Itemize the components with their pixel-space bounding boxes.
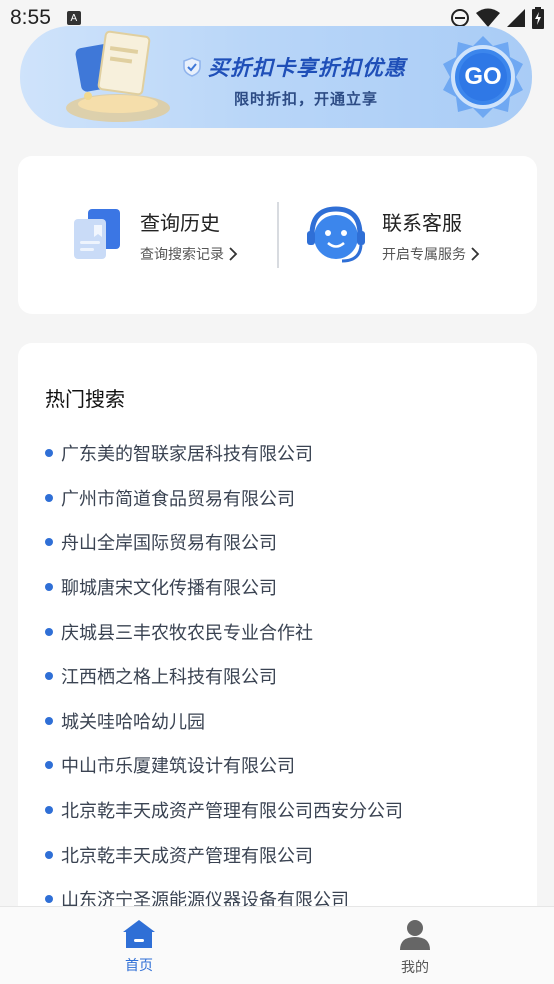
history-subtitle-text: 查询搜索记录	[140, 246, 224, 263]
user-icon	[400, 920, 430, 950]
document-icon	[74, 209, 120, 259]
history-title: 查询历史	[140, 210, 220, 235]
list-item[interactable]: 北京乾丰天成资产管理有限公司	[45, 832, 403, 877]
tab-home-label: 首页	[125, 958, 153, 974]
discount-card-banner[interactable]: 买折扣卡享折扣优惠 限时折扣，开通立享 GO	[20, 26, 532, 128]
bullet-icon	[45, 449, 53, 458]
list-item[interactable]: 广东美的智联家居科技有限公司	[45, 431, 403, 476]
list-item-label: 广东美的智联家居科技有限公司	[61, 444, 313, 466]
list-item[interactable]: 城关哇哈哈幼儿园	[45, 699, 403, 744]
contact-service-entry[interactable]: 联系客服 开启专属服务	[304, 156, 480, 314]
list-item[interactable]: 中山市乐厦建筑设计有限公司	[45, 743, 403, 788]
list-item[interactable]: 广州市简道食品贸易有限公司	[45, 476, 403, 521]
hot-search-list: 广东美的智联家居科技有限公司 广州市简道食品贸易有限公司 舟山全岸国际贸易有限公…	[45, 431, 403, 922]
list-item-label: 北京乾丰天成资产管理有限公司	[61, 845, 313, 867]
bullet-icon	[45, 716, 53, 725]
list-item[interactable]: 北京乾丰天成资产管理有限公司西安分公司	[45, 788, 403, 833]
card-illustration-icon	[66, 30, 170, 122]
list-item-label: 江西栖之格上科技有限公司	[61, 667, 277, 689]
notification-badge: A	[66, 11, 81, 25]
banner-title-text: 买折扣卡享折扣优惠	[208, 56, 406, 80]
list-item-label: 舟山全岸国际贸易有限公司	[61, 533, 277, 555]
status-time: 8:55	[10, 6, 51, 29]
list-item-label: 聊城唐宋文化传播有限公司	[61, 578, 277, 600]
list-item-label: 北京乾丰天成资产管理有限公司西安分公司	[61, 801, 403, 823]
battery-charging-icon	[532, 7, 544, 29]
bullet-icon	[45, 850, 53, 859]
bullet-icon	[45, 538, 53, 547]
tab-home[interactable]: 首页	[99, 919, 179, 975]
chevron-right-icon	[471, 246, 480, 261]
list-item-label: 城关哇哈哈幼儿园	[61, 711, 205, 733]
banner-title: 买折扣卡享折扣优惠	[182, 52, 406, 82]
bullet-icon	[45, 895, 53, 904]
list-item[interactable]: 聊城唐宋文化传播有限公司	[45, 565, 403, 610]
wifi-icon	[476, 8, 500, 27]
bullet-icon	[45, 761, 53, 770]
signal-icon	[507, 9, 525, 27]
hot-search-title: 热门搜索	[45, 387, 125, 411]
list-item-label: 广州市简道食品贸易有限公司	[61, 488, 295, 510]
bullet-icon	[45, 493, 53, 502]
shield-icon	[183, 57, 201, 77]
go-button[interactable]: GO	[440, 34, 526, 120]
chevron-right-icon	[229, 246, 238, 261]
query-history-entry[interactable]: 查询历史 查询搜索记录	[70, 156, 238, 314]
divider	[277, 202, 279, 268]
quick-actions-card: 查询历史 查询搜索记录 联系客服 开启专属服务	[18, 156, 537, 314]
bullet-icon	[45, 806, 53, 815]
banner-subtitle: 限时折扣，开通立享	[234, 90, 379, 108]
bullet-icon	[45, 672, 53, 681]
dnd-icon	[451, 9, 469, 27]
tab-mine[interactable]: 我的	[375, 919, 455, 977]
list-item[interactable]: 舟山全岸国际贸易有限公司	[45, 520, 403, 565]
list-item[interactable]: 江西栖之格上科技有限公司	[45, 654, 403, 699]
customer-service-icon	[307, 206, 365, 263]
list-item[interactable]: 庆城县三丰农牧农民专业合作社	[45, 609, 403, 654]
home-icon	[123, 920, 155, 948]
tab-mine-label: 我的	[401, 960, 429, 976]
bullet-icon	[45, 583, 53, 592]
bottom-tab-bar: 首页 我的	[0, 906, 554, 984]
hot-search-card: 热门搜索 广东美的智联家居科技有限公司 广州市简道食品贸易有限公司 舟山全岸国际…	[18, 343, 537, 963]
list-item-label: 中山市乐厦建筑设计有限公司	[61, 756, 295, 778]
go-button-label: GO	[464, 63, 502, 90]
bullet-icon	[45, 627, 53, 636]
list-item-label: 庆城县三丰农牧农民专业合作社	[61, 622, 313, 644]
service-title: 联系客服	[382, 210, 462, 235]
history-subtitle: 查询搜索记录	[140, 244, 238, 264]
service-subtitle-text: 开启专属服务	[382, 246, 466, 263]
service-subtitle: 开启专属服务	[382, 244, 480, 264]
